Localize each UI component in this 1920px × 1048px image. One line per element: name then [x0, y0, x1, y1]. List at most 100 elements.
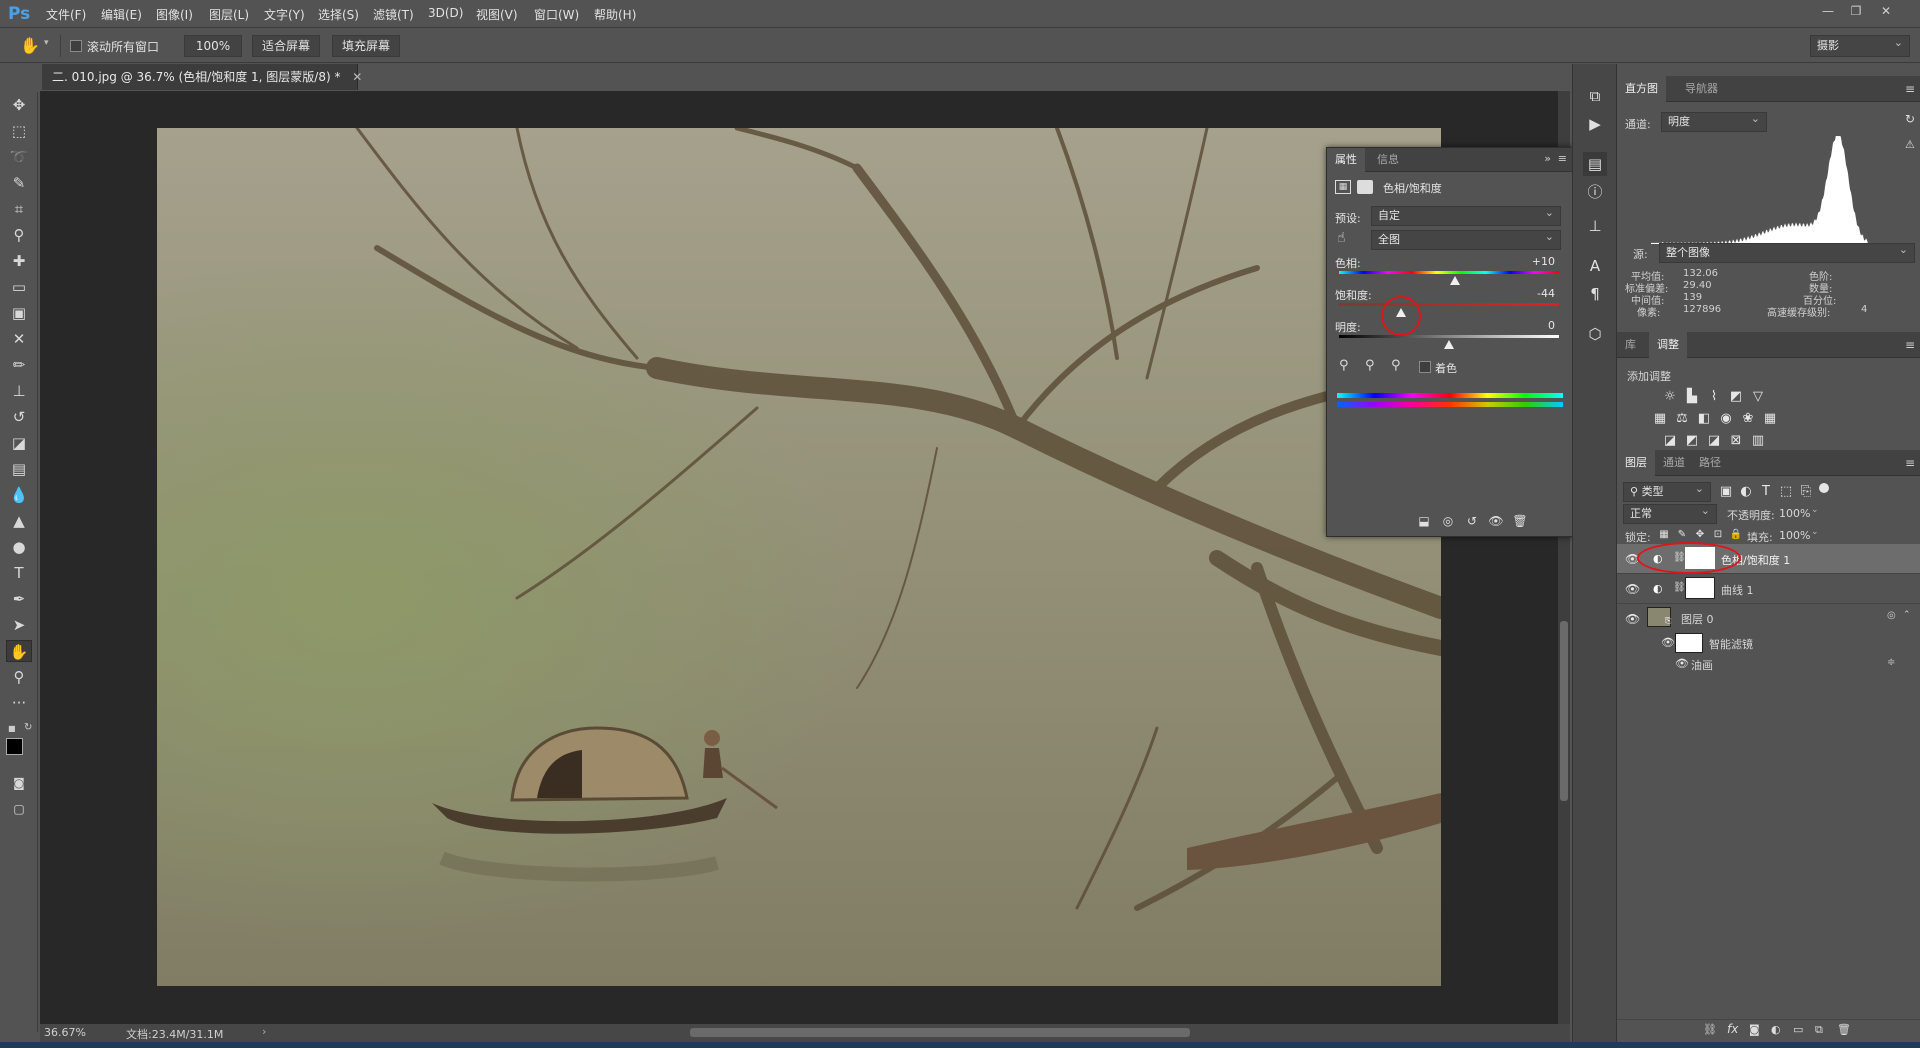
- opacity-value[interactable]: 100%: [1779, 507, 1810, 520]
- character-icon[interactable]: A: [1583, 254, 1607, 278]
- minimize-icon[interactable]: —: [1817, 4, 1839, 20]
- toggle-visibility-icon[interactable]: 👁: [1487, 514, 1505, 530]
- eraser-tool-icon[interactable]: ◪: [6, 432, 32, 454]
- tab-properties[interactable]: 属性: [1327, 148, 1365, 172]
- restore-icon[interactable]: ❐: [1845, 4, 1867, 20]
- colorize-checkbox[interactable]: [1419, 361, 1431, 373]
- lock-transparent-icon[interactable]: ▦: [1655, 526, 1673, 544]
- refresh-icon[interactable]: ↻: [1905, 112, 1915, 126]
- link-layers-icon[interactable]: ⛓: [1703, 1023, 1717, 1036]
- hue-value[interactable]: +10: [1515, 255, 1555, 268]
- eyedropper-plus-icon[interactable]: ⚲: [1365, 358, 1375, 373]
- collapse-panel-icon[interactable]: »: [1544, 152, 1551, 165]
- menu-edit[interactable]: 编辑(E): [101, 6, 142, 23]
- quick-mask-icon[interactable]: ◙: [6, 772, 32, 794]
- tool-preset-chevron-icon[interactable]: ▾: [44, 38, 49, 48]
- new-adjustment-icon[interactable]: ◐: [1771, 1023, 1781, 1036]
- photo-filter-icon[interactable]: ◉: [1717, 410, 1735, 428]
- move-tool-icon[interactable]: ✥: [6, 94, 32, 116]
- collapse-effects-icon[interactable]: ⌃: [1903, 610, 1911, 620]
- tab-info[interactable]: 信息: [1369, 148, 1407, 172]
- visibility-eye-icon[interactable]: 👁: [1661, 636, 1675, 649]
- histogram-menu-icon[interactable]: ≡: [1905, 82, 1915, 96]
- gradient-tool-icon[interactable]: ▤: [6, 458, 32, 480]
- tab-navigator[interactable]: 导航器: [1677, 76, 1726, 102]
- type-tool-icon[interactable]: T: [6, 562, 32, 584]
- menu-filter[interactable]: 滤镜(T): [373, 6, 414, 23]
- exposure-icon[interactable]: ◩: [1727, 388, 1745, 406]
- layer-row[interactable]: 👁 ◐ ⛓ 曲线 1: [1617, 574, 1920, 604]
- horizontal-scroll-thumb[interactable]: [690, 1028, 1190, 1037]
- preset-dropdown[interactable]: 自定: [1371, 204, 1561, 226]
- reset-icon[interactable]: ↺: [1463, 514, 1481, 530]
- vibrance-icon[interactable]: ▽: [1749, 388, 1767, 406]
- filter-toggle-icon[interactable]: [1819, 483, 1829, 493]
- tab-histogram[interactable]: 直方图: [1617, 76, 1666, 102]
- close-icon[interactable]: ✕: [1875, 4, 1897, 20]
- workspace-dropdown[interactable]: 摄影: [1810, 33, 1910, 57]
- opacity-chevron-icon[interactable]: ⌄: [1811, 505, 1819, 515]
- delete-layer-icon[interactable]: 🗑: [1837, 1023, 1851, 1036]
- actions-play-icon[interactable]: ▶: [1583, 112, 1607, 136]
- menu-type[interactable]: 文字(Y): [264, 6, 305, 23]
- fill-chevron-icon[interactable]: ⌄: [1811, 527, 1819, 537]
- channel-mixer-icon[interactable]: ❀: [1739, 410, 1757, 428]
- layer-mask-thumbnail[interactable]: [1685, 577, 1715, 599]
- brightness-contrast-icon[interactable]: ☼: [1661, 388, 1679, 406]
- visibility-eye-icon[interactable]: 👁: [1675, 657, 1689, 670]
- blend-mode-dropdown[interactable]: 正常: [1623, 502, 1717, 524]
- history-icon[interactable]: ⧉: [1583, 84, 1607, 108]
- visibility-eye-icon[interactable]: 👁: [1625, 612, 1640, 626]
- tab-paths[interactable]: 路径: [1691, 450, 1729, 476]
- view-previous-icon[interactable]: ◎: [1439, 514, 1457, 530]
- layer-name[interactable]: 图层 0: [1681, 611, 1714, 627]
- filter-blending-options-icon[interactable]: ≑: [1887, 657, 1895, 668]
- adjustment-type-icon[interactable]: ▦: [1335, 180, 1351, 194]
- vertical-scroll-thumb[interactable]: [1560, 621, 1568, 801]
- smart-filters-row[interactable]: 👁 智能滤镜: [1617, 632, 1920, 654]
- tab-layers[interactable]: 图层: [1617, 450, 1655, 476]
- eyedropper-tool-icon[interactable]: ⚲: [6, 224, 32, 246]
- info-icon[interactable]: ⓘ: [1583, 180, 1607, 204]
- fill-screen-button[interactable]: 填充屏幕: [332, 35, 400, 57]
- lightness-slider-thumb[interactable]: [1444, 340, 1454, 349]
- posterize-icon[interactable]: ◩: [1683, 432, 1701, 450]
- add-mask-icon[interactable]: ◙: [1749, 1023, 1760, 1036]
- new-group-icon[interactable]: ▭: [1793, 1023, 1803, 1036]
- patch-tool-icon[interactable]: ▣: [6, 302, 32, 324]
- gradient-map-icon[interactable]: ▥: [1749, 432, 1767, 450]
- 3d-cube-icon[interactable]: ⬡: [1583, 322, 1607, 346]
- adjustments-menu-icon[interactable]: ≡: [1905, 338, 1915, 352]
- layers-menu-icon[interactable]: ≡: [1905, 456, 1915, 470]
- clone-source-icon[interactable]: ⊥: [1583, 214, 1607, 238]
- swap-colors-icon[interactable]: ↻: [24, 722, 32, 733]
- fit-screen-button[interactable]: 适合屏幕: [252, 35, 320, 57]
- menu-image[interactable]: 图像(I): [156, 6, 193, 23]
- ruler-tool-icon[interactable]: ▭: [6, 276, 32, 298]
- blur-tool-icon[interactable]: 💧: [6, 484, 32, 506]
- curves-icon[interactable]: ⌇: [1705, 388, 1723, 406]
- filter-smart-object-icon[interactable]: ⎘: [1797, 483, 1815, 501]
- content-aware-move-icon[interactable]: ✕: [6, 328, 32, 350]
- menu-file[interactable]: 文件(F): [46, 6, 86, 23]
- pen-tool-icon[interactable]: ✒: [6, 588, 32, 610]
- threshold-icon[interactable]: ◪: [1705, 432, 1723, 450]
- scroll-all-checkbox[interactable]: [70, 40, 82, 52]
- hand-tool-icon[interactable]: ✋: [20, 36, 40, 55]
- lightness-slider-track[interactable]: [1339, 335, 1559, 338]
- tab-adjustments[interactable]: 调整: [1649, 332, 1687, 358]
- default-colors-icon[interactable]: ■: [8, 724, 16, 733]
- new-layer-icon[interactable]: ⧉: [1815, 1023, 1823, 1037]
- screen-mode-icon[interactable]: ▢: [6, 798, 32, 820]
- layer-row[interactable]: 👁 ◐ ⛓ 色相/饱和度 1: [1617, 542, 1920, 574]
- link-icon[interactable]: ⛓: [1673, 582, 1686, 593]
- clip-to-layer-icon[interactable]: ⬓: [1415, 514, 1433, 530]
- color-balance-icon[interactable]: ⚖: [1673, 410, 1691, 428]
- layer-row[interactable]: 👁 ⎘ 图层 0 ◎ ⌃: [1617, 604, 1920, 632]
- history-brush-icon[interactable]: ↺: [6, 406, 32, 428]
- lock-all-icon[interactable]: 🔒: [1727, 526, 1745, 544]
- properties-menu-icon[interactable]: ≡: [1558, 152, 1567, 165]
- dodge-tool-icon[interactable]: ●: [6, 536, 32, 558]
- brush-tool-icon[interactable]: ✏: [6, 354, 32, 376]
- filter-row[interactable]: 👁 油画 ≑: [1617, 654, 1920, 674]
